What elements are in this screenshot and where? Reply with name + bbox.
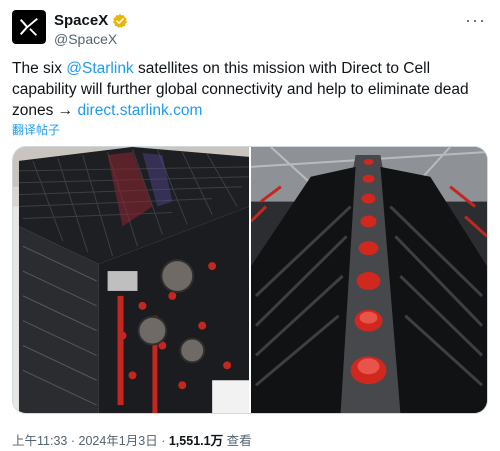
- more-options-icon[interactable]: ···: [465, 10, 486, 31]
- views-label: 查看: [226, 434, 252, 448]
- tweet-time[interactable]: 上午11:33: [12, 434, 67, 448]
- satellite-stack-photo[interactable]: [13, 147, 249, 413]
- tweet-text: The six @Starlink satellites on this mis…: [12, 58, 488, 121]
- author-row: SpaceX: [54, 12, 128, 29]
- url-link[interactable]: direct.starlink.com: [77, 102, 202, 119]
- media-grid: [12, 146, 488, 414]
- tweet-text-part: The six: [12, 60, 67, 77]
- spacex-avatar[interactable]: [12, 10, 46, 44]
- translate-post-link[interactable]: 翻译帖子: [12, 121, 60, 138]
- meta-separator: ·: [70, 434, 76, 448]
- author-handle[interactable]: @SpaceX: [54, 31, 117, 47]
- verified-badge-icon: [112, 13, 128, 29]
- author-name[interactable]: SpaceX: [54, 12, 108, 29]
- meta-separator: ·: [161, 434, 166, 448]
- mention-link[interactable]: @Starlink: [66, 60, 133, 77]
- satellite-dispenser-photo[interactable]: [251, 147, 487, 413]
- tweet-card: SpaceX @SpaceX ··· The six @Starlink sat…: [0, 0, 500, 451]
- views-count: 1,551.1万: [168, 434, 224, 448]
- tweet-meta: 上午11:33 · 2024年1月3日 · 1,551.1万 查看: [12, 430, 252, 449]
- x-logo-icon: [19, 18, 38, 36]
- tweet-date[interactable]: 2024年1月3日: [79, 434, 158, 448]
